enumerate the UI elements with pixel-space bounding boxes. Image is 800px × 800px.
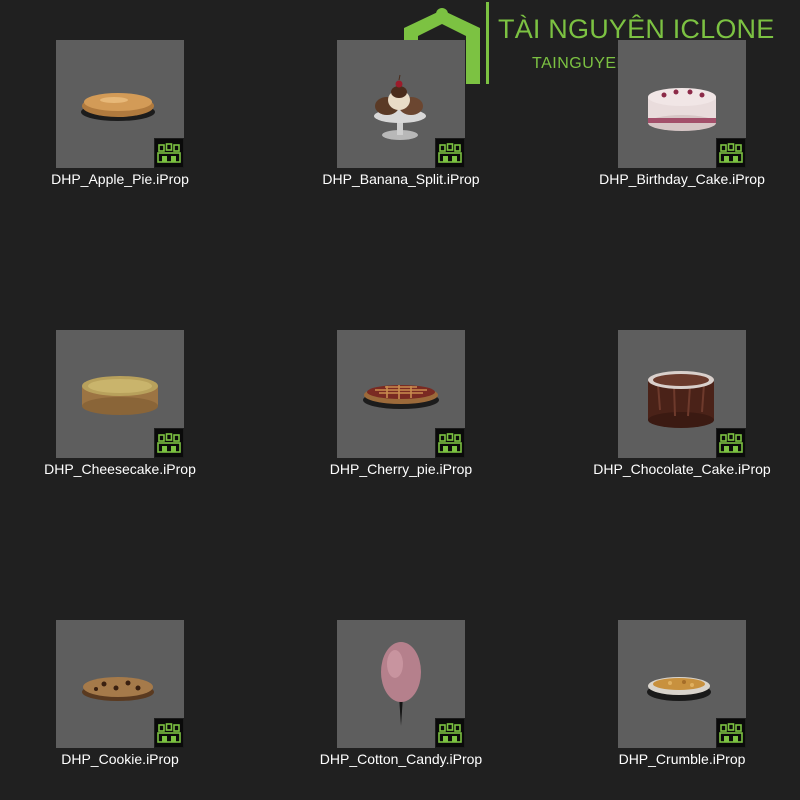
file-thumbnail [337, 40, 465, 168]
file-item-birthday-cake[interactable]: DHP_Birthday_Cake.iProp [599, 40, 765, 200]
iclone-prop-badge [154, 138, 184, 168]
file-item-chocolate-cake[interactable]: DHP_Chocolate_Cake.iProp [593, 330, 771, 490]
file-name-label: DHP_Cherry_pie.iProp [329, 461, 473, 477]
file-name-label: DHP_Banana_Split.iProp [322, 171, 480, 187]
watermark-separator [486, 2, 489, 84]
file-name-label: DHP_Cotton_Candy.iProp [319, 751, 483, 767]
file-thumbnail [56, 330, 184, 458]
iclone-prop-icon [438, 433, 462, 453]
iclone-prop-icon [438, 723, 462, 743]
iclone-prop-badge [435, 138, 465, 168]
file-name-label: DHP_Birthday_Cake.iProp [599, 171, 765, 187]
file-thumbnail [618, 620, 746, 748]
iclone-prop-badge [154, 718, 184, 748]
file-thumbnail [618, 40, 746, 168]
iclone-prop-icon [157, 433, 181, 453]
iclone-prop-badge [154, 428, 184, 458]
file-thumbnail [56, 40, 184, 168]
file-name-label: DHP_Cookie.iProp [61, 751, 179, 767]
file-item-crumble[interactable]: DHP_Crumble.iProp [602, 620, 762, 780]
iclone-prop-badge [716, 428, 746, 458]
file-item-cookie[interactable]: DHP_Cookie.iProp [40, 620, 200, 780]
iclone-prop-icon [719, 143, 743, 163]
file-item-cotton-candy[interactable]: DHP_Cotton_Candy.iProp [320, 620, 482, 780]
iclone-prop-icon [438, 143, 462, 163]
file-thumbnail [618, 330, 746, 458]
iclone-prop-icon [157, 723, 181, 743]
file-thumbnail [337, 330, 465, 458]
file-name-label: DHP_Chocolate_Cake.iProp [593, 461, 771, 477]
iclone-prop-badge [716, 138, 746, 168]
file-item-banana-split[interactable]: DHP_Banana_Split.iProp [321, 40, 481, 200]
file-item-apple-pie[interactable]: DHP_Apple_Pie.iProp [40, 40, 200, 200]
file-name-label: DHP_Cheesecake.iProp [44, 461, 196, 477]
file-thumbnail [56, 620, 184, 748]
file-item-cherry-pie[interactable]: DHP_Cherry_pie.iProp [321, 330, 481, 490]
iclone-prop-icon [719, 723, 743, 743]
file-thumbnail [337, 620, 465, 748]
iclone-prop-icon [719, 433, 743, 453]
iclone-prop-badge [435, 718, 465, 748]
file-item-cheesecake[interactable]: DHP_Cheesecake.iProp [40, 330, 200, 490]
iclone-prop-icon [157, 143, 181, 163]
iclone-prop-badge [716, 718, 746, 748]
file-name-label: DHP_Apple_Pie.iProp [51, 171, 189, 187]
file-name-label: DHP_Crumble.iProp [618, 751, 746, 767]
iclone-prop-badge [435, 428, 465, 458]
